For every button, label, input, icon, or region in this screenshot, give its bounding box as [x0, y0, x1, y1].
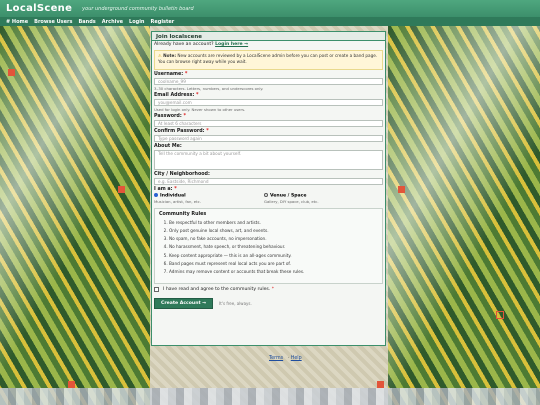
rule-item: Band pages must represent real local act… [169, 261, 378, 266]
footer-links: Terms · Help [269, 356, 305, 361]
about-label: About Me: [154, 144, 182, 149]
free-note: It's free, always. [219, 300, 252, 306]
site-logo[interactable]: LocalScene [6, 3, 72, 14]
have-account-text: Already have an account? [154, 42, 214, 47]
rule-item: Admins may remove content or accounts th… [169, 269, 378, 274]
rule-item: Only post genuine local shows, art, and … [169, 228, 378, 233]
decor-square [8, 69, 15, 76]
agree-text: I have read and agree to the community r… [163, 286, 271, 292]
note-text: New accounts are reviewed by a LocalScen… [158, 53, 378, 64]
city-input[interactable]: e.g. Eastside, Richmond [154, 178, 383, 185]
rule-item: No spam, no fake accounts, no impersonat… [169, 236, 378, 241]
radio-venue-sub: Gallery, DIY space, club, etc. [264, 198, 319, 204]
rule-item: Be respectful to other members and artis… [169, 220, 378, 225]
submit-row: Create Account → It's free, always. [154, 297, 383, 309]
rule-item: Keep content appropriate — this is an al… [169, 253, 378, 258]
radio-individual-sub: Musician, artist, fan, etc. [154, 198, 201, 204]
radio-venue[interactable]: Venue / Space Gallery, DIY space, club, … [264, 193, 374, 204]
have-account-line: Already have an account? Login here → [154, 42, 383, 47]
nav-register[interactable]: Register [151, 19, 175, 25]
agree-row: I have read and agree to the community r… [154, 286, 383, 292]
radio-selected-icon[interactable] [154, 193, 158, 197]
about-textarea[interactable]: Tell the community a bit about yourself. [154, 150, 383, 170]
password-label: Password: * [154, 114, 186, 119]
confirm-password-input[interactable]: Type password again [154, 135, 383, 142]
registration-panel: Join localscene Already have an account?… [151, 31, 386, 346]
email-help: Used for login only. Never shown to othe… [154, 107, 246, 112]
decor-square [68, 381, 75, 388]
radio-individual[interactable]: Individual Musician, artist, fan, etc. [154, 193, 264, 204]
account-type-radios: Individual Musician, artist, fan, etc. V… [154, 193, 383, 204]
site-tagline: your underground community bulletin boar… [82, 5, 194, 12]
radio-unselected-icon[interactable] [264, 193, 268, 197]
decor-square [118, 186, 125, 193]
main-nav: # Home Browse Users Bands Archive Login … [0, 17, 540, 26]
help-link[interactable]: Help [291, 356, 302, 361]
nav-archive[interactable]: Archive [102, 19, 123, 25]
nav-home[interactable]: # Home [6, 19, 28, 25]
username-help: 3–30 characters. Letters, numbers, and u… [154, 86, 264, 91]
review-note: ⚠ Note: New accounts are reviewed by a L… [154, 50, 383, 70]
decor-square-outline [496, 311, 504, 319]
password-input[interactable]: At least 6 characters [154, 120, 383, 127]
email-input[interactable]: you@email.com [154, 99, 383, 106]
warning-icon: ⚠ [158, 53, 162, 58]
terms-link[interactable]: Terms [269, 356, 283, 361]
city-label: City / Neighborhood: [154, 172, 210, 177]
footer-separator: · [287, 356, 290, 361]
decor-square [398, 186, 405, 193]
background-image-right [388, 26, 540, 405]
login-link[interactable]: Login here → [215, 42, 248, 47]
panel-title: Join localscene [152, 32, 385, 41]
note-label: Note: [163, 53, 177, 58]
username-input[interactable]: coolname_99 [154, 78, 383, 85]
decor-square [377, 381, 384, 388]
username-label: Username: * [154, 72, 188, 77]
account-type-label: I am a: * [154, 187, 177, 192]
site-header: LocalScene your underground community bu… [0, 0, 540, 17]
agree-checkbox[interactable] [154, 286, 159, 292]
rule-item: No harassment, hate speech, or threateni… [169, 244, 378, 249]
nav-browse-users[interactable]: Browse Users [34, 19, 72, 25]
nav-bands[interactable]: Bands [78, 19, 95, 25]
background-image-left [0, 26, 150, 405]
create-account-button[interactable]: Create Account → [154, 297, 214, 309]
rules-title: Community Rules [159, 211, 207, 217]
email-label: Email Address: * [154, 93, 199, 98]
background-strip [0, 388, 540, 405]
community-rules: Community Rules Be respectful to other m… [154, 207, 383, 284]
confirm-password-label: Confirm Password: * [154, 129, 209, 134]
nav-login[interactable]: Login [129, 19, 144, 25]
